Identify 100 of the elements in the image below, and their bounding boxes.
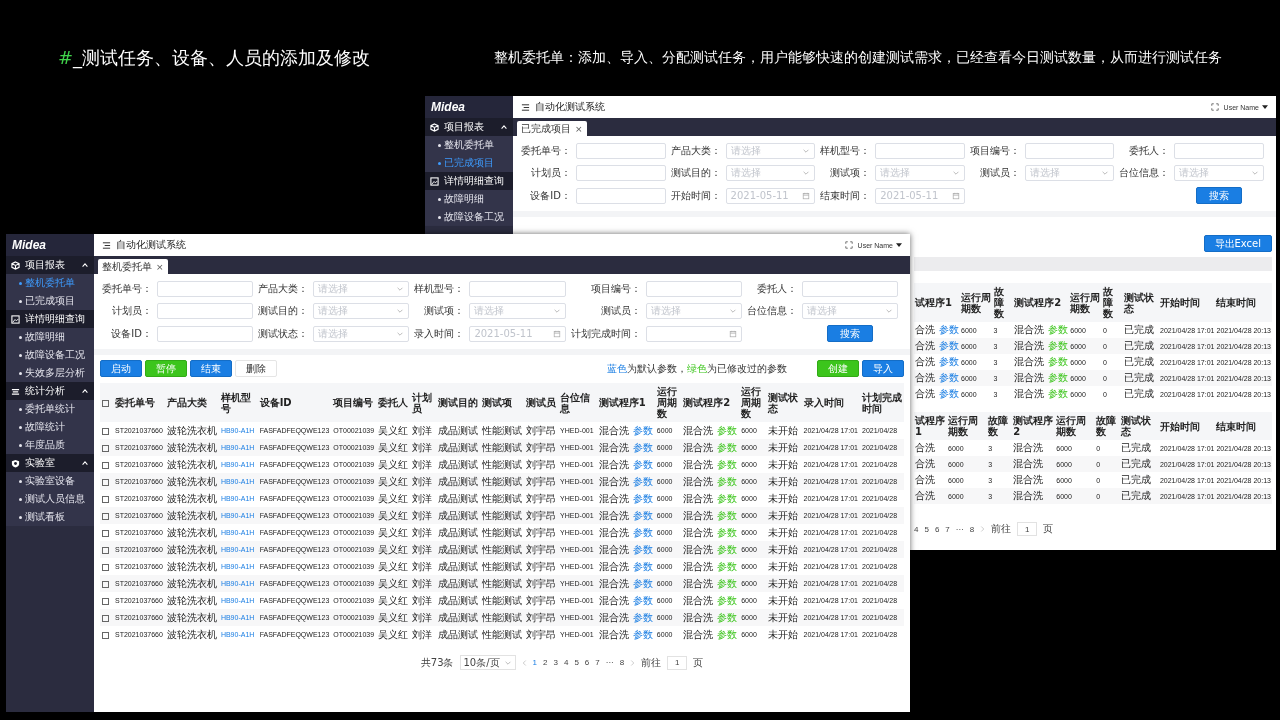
- checkbox[interactable]: [102, 546, 109, 554]
- param-link[interactable]: 参数: [1048, 340, 1069, 351]
- fullscreen-icon[interactable]: [1210, 103, 1219, 111]
- checkbox[interactable]: [102, 614, 109, 622]
- export-button[interactable]: 导出Excel: [1203, 235, 1272, 252]
- param-link[interactable]: 参数: [632, 492, 653, 504]
- sidebar-item[interactable]: 故障设备工况: [425, 208, 513, 226]
- checkbox[interactable]: [102, 631, 109, 639]
- text-field[interactable]: [801, 281, 898, 297]
- page-number[interactable]: 4: [563, 658, 569, 667]
- param-link[interactable]: 参数: [717, 526, 738, 538]
- toolbar-button[interactable]: 结束: [190, 360, 232, 377]
- toolbar-button[interactable]: 启动: [100, 360, 142, 377]
- page-tab[interactable]: 已完成项目 ×: [517, 121, 587, 136]
- search-button[interactable]: 搜索: [1196, 187, 1243, 204]
- page-input[interactable]: 1: [667, 655, 688, 670]
- param-link[interactable]: 参数: [939, 388, 959, 399]
- close-button[interactable]: ×: [156, 261, 164, 272]
- param-link[interactable]: 参数: [717, 577, 738, 589]
- sidebar-group[interactable]: 实验室: [6, 454, 94, 472]
- text-field[interactable]: [469, 281, 566, 297]
- page-size-select[interactable]: 10条/页: [459, 655, 516, 670]
- page-number[interactable]: 7: [595, 658, 600, 667]
- text-field[interactable]: [875, 143, 965, 159]
- param-link[interactable]: 参数: [939, 324, 959, 335]
- param-link[interactable]: 参数: [632, 560, 653, 572]
- sidebar-item[interactable]: 已完成项目: [425, 154, 513, 172]
- page-number[interactable]: 8: [969, 524, 975, 534]
- search-button[interactable]: 搜索: [826, 325, 873, 342]
- param-link[interactable]: 参数: [632, 526, 653, 538]
- text-field[interactable]: [157, 325, 254, 342]
- menu-icon[interactable]: [102, 240, 111, 250]
- previous-page-icon[interactable]: [521, 658, 527, 667]
- param-link[interactable]: 参数: [717, 594, 738, 606]
- page-number[interactable]: 2: [543, 658, 548, 667]
- param-link[interactable]: 参数: [632, 594, 653, 606]
- param-link[interactable]: 参数: [717, 628, 738, 640]
- page-number[interactable]: ···: [955, 524, 964, 534]
- sidebar-group[interactable]: 项目报表: [6, 256, 94, 274]
- page-input[interactable]: 1: [1017, 522, 1038, 536]
- page-number[interactable]: 3: [553, 658, 558, 667]
- param-link[interactable]: 参数: [632, 577, 653, 589]
- page-tab[interactable]: 整机委托单 ×: [98, 259, 168, 274]
- param-link[interactable]: 参数: [632, 611, 653, 623]
- param-link[interactable]: 参数: [632, 458, 653, 470]
- text-field[interactable]: [576, 187, 666, 204]
- sidebar-item[interactable]: 整机委托单: [425, 136, 513, 154]
- param-link[interactable]: 参数: [632, 424, 653, 436]
- page-number[interactable]: 7: [945, 524, 950, 534]
- page-number[interactable]: ···: [605, 658, 614, 667]
- text-field[interactable]: [576, 143, 666, 159]
- param-link[interactable]: 参数: [632, 509, 653, 521]
- param-link[interactable]: 参数: [717, 509, 738, 521]
- menu-icon[interactable]: [521, 102, 530, 112]
- checkbox[interactable]: [102, 461, 109, 469]
- checkbox[interactable]: [102, 512, 109, 520]
- sidebar-item[interactable]: 年度品质: [6, 436, 94, 454]
- next-page-icon[interactable]: [630, 658, 636, 667]
- toolbar-button[interactable]: 创建: [817, 360, 859, 377]
- param-link[interactable]: 参数: [632, 475, 653, 487]
- next-page-icon[interactable]: [980, 525, 986, 533]
- text-field[interactable]: [157, 281, 254, 297]
- page-number[interactable]: 6: [934, 524, 940, 534]
- param-link[interactable]: 参数: [1048, 356, 1069, 367]
- sidebar-group[interactable]: 详情明细查询: [425, 172, 513, 190]
- page-number[interactable]: 5: [924, 524, 929, 534]
- text-field[interactable]: [157, 303, 254, 319]
- param-link[interactable]: 参数: [939, 372, 959, 383]
- page-number[interactable]: 8: [619, 658, 625, 667]
- checkbox[interactable]: [102, 529, 109, 537]
- checkbox[interactable]: [102, 563, 109, 571]
- fullscreen-icon[interactable]: [844, 241, 853, 249]
- param-link[interactable]: 参数: [717, 560, 738, 572]
- sidebar-item[interactable]: 故障明细: [6, 328, 94, 346]
- sidebar-item[interactable]: 整机委托单: [6, 274, 94, 292]
- checkbox[interactable]: [102, 444, 109, 452]
- param-link[interactable]: 参数: [717, 475, 738, 487]
- date-field[interactable]: [645, 325, 742, 342]
- checkbox[interactable]: [102, 580, 109, 588]
- sidebar-item[interactable]: 委托单统计: [6, 400, 94, 418]
- param-link[interactable]: 参数: [717, 424, 738, 436]
- sidebar-item[interactable]: 已完成项目: [6, 292, 94, 310]
- sidebar-group[interactable]: 详情明细查询: [6, 310, 94, 328]
- param-link[interactable]: 参数: [717, 543, 738, 555]
- page-number[interactable]: 4: [914, 524, 919, 534]
- page-number[interactable]: 6: [584, 658, 590, 667]
- sidebar-item[interactable]: 故障设备工况: [6, 346, 94, 364]
- sidebar-item[interactable]: 失效多层分析: [6, 364, 94, 382]
- checkbox[interactable]: [102, 495, 109, 503]
- param-link[interactable]: 参数: [939, 340, 959, 351]
- sidebar-item[interactable]: 实验室设备: [6, 472, 94, 490]
- sidebar-item[interactable]: 故障统计: [6, 418, 94, 436]
- param-link[interactable]: 参数: [1048, 372, 1069, 383]
- page-number[interactable]: 1: [532, 658, 538, 667]
- param-link[interactable]: 参数: [717, 441, 738, 453]
- page-number[interactable]: 5: [574, 658, 579, 667]
- text-field[interactable]: [1024, 143, 1115, 159]
- param-link[interactable]: 参数: [632, 441, 653, 453]
- toolbar-button[interactable]: 暂停: [145, 360, 187, 377]
- param-link[interactable]: 参数: [717, 611, 738, 623]
